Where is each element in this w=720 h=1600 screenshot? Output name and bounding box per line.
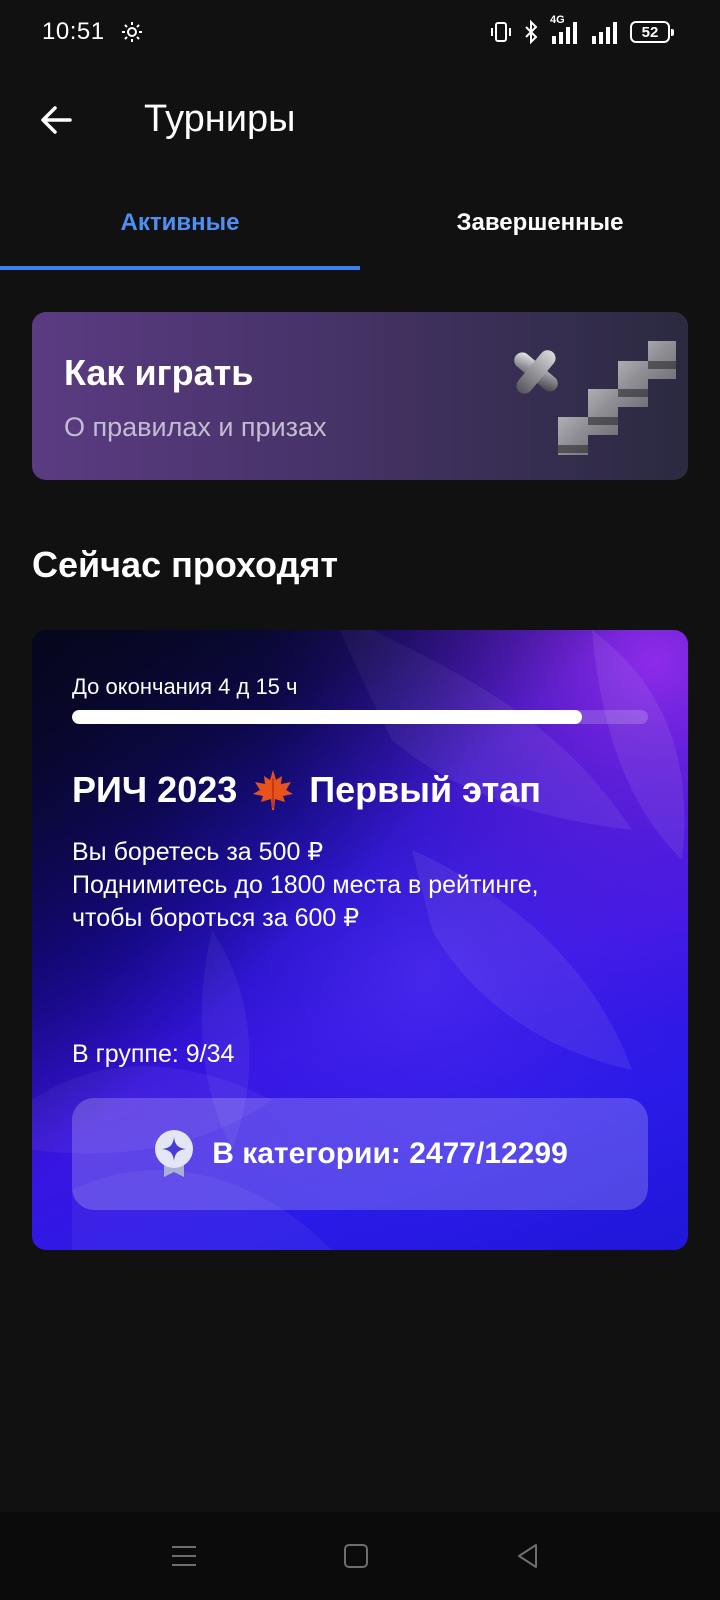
status-time: 10:51 xyxy=(42,18,105,45)
nav-home-button[interactable] xyxy=(332,1532,380,1580)
tab-bar: Активные Завершенные xyxy=(0,186,720,272)
vibrate-icon xyxy=(491,22,511,42)
bluetooth-icon xyxy=(525,20,538,44)
nav-menu-button[interactable] xyxy=(160,1532,208,1580)
time-remaining: До окончания 4 д 15 ч xyxy=(72,674,298,699)
how-to-play-subtitle: О правилах и призах xyxy=(64,412,327,442)
system-nav-bar xyxy=(0,1512,720,1600)
tournament-description: Вы боретесь за 500 ₽ Поднимитесь до 1800… xyxy=(72,836,539,935)
category-rank-button[interactable]: В категории: 2477/12299 xyxy=(72,1098,648,1210)
time-progress-fill xyxy=(72,710,582,724)
home-square-icon xyxy=(344,1544,368,1568)
tournament-card[interactable]: До окончания 4 д 15 ч РИЧ 2023 Первый эт… xyxy=(32,630,688,1250)
category-rank-label: В категории: 2477/12299 xyxy=(212,1137,568,1170)
arrow-left-icon xyxy=(41,106,72,134)
status-bar: 10:51 4G 52 xyxy=(0,0,720,64)
signal-4g-icon: 4G xyxy=(550,14,580,46)
battery-icon: 52 xyxy=(630,21,674,43)
next-prize-line: чтобы бороться за 600 ₽ xyxy=(72,904,360,932)
section-title: Сейчас проходят xyxy=(32,544,339,585)
settings-gear-icon xyxy=(122,22,142,42)
rank-goal-line: Поднимитесь до 1800 места в рейтинге, xyxy=(72,871,539,899)
nav-back-button[interactable] xyxy=(504,1532,552,1580)
menu-icon xyxy=(172,1546,196,1566)
page-title: Турниры xyxy=(144,98,296,140)
tab-finished[interactable]: Завершенные xyxy=(360,186,720,272)
prize-line: Вы боретесь за 500 ₽ xyxy=(72,838,324,866)
how-to-play-title: Как играть xyxy=(64,352,254,393)
how-to-play-card[interactable]: Как играть О правилах и призах xyxy=(32,312,688,480)
tournament-content: До окончания 4 д 15 ч РИЧ 2023 Первый эт… xyxy=(32,630,688,1250)
puzzle-pieces-icon xyxy=(514,341,676,455)
back-triangle-icon xyxy=(518,1544,537,1568)
battery-level: 52 xyxy=(641,23,659,41)
tournament-stage: Первый этап xyxy=(309,769,541,810)
tournament-name: РИЧ 2023 xyxy=(72,769,238,810)
award-badge-icon xyxy=(155,1130,194,1177)
tab-underline xyxy=(0,266,360,270)
maple-leaf-icon xyxy=(253,770,294,810)
tab-active[interactable]: Активные xyxy=(0,186,360,272)
tournament-title: РИЧ 2023 Первый этап xyxy=(72,768,541,812)
signal-icon xyxy=(592,22,617,44)
back-button[interactable] xyxy=(30,94,82,146)
time-progress-bar xyxy=(72,710,648,724)
status-icons: 4G 52 xyxy=(490,14,674,46)
group-rank: В группе: 9/34 xyxy=(72,1040,235,1068)
